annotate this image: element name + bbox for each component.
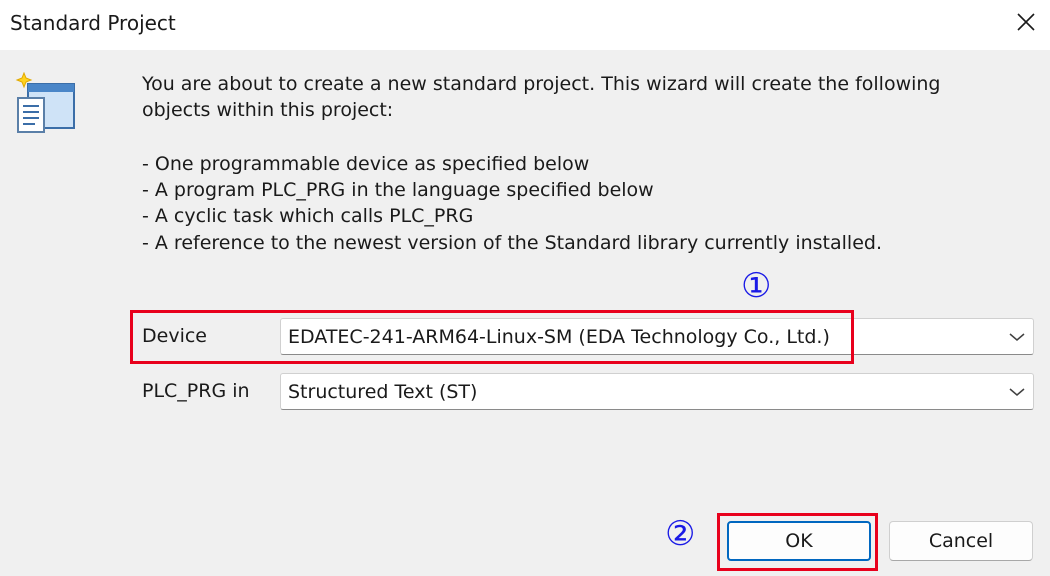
dialog-title: Standard Project (10, 11, 176, 35)
list-item: - A cyclic task which calls PLC_PRG (142, 205, 474, 227)
intro-text-line-1: You are about to create a new standard p… (142, 73, 941, 95)
close-button[interactable] (1004, 2, 1048, 42)
ok-highlight-box (717, 513, 878, 571)
intro-text-line-2: objects within this project: (142, 99, 394, 121)
standard-project-dialog: Standard Project You are about to create… (0, 0, 1050, 576)
step-2-marker: ② (665, 514, 696, 554)
list-item: - A reference to the newest version of t… (142, 232, 882, 254)
close-icon (1017, 13, 1035, 31)
list-item: - One programmable device as specified b… (142, 153, 590, 175)
cancel-button[interactable]: Cancel (889, 521, 1033, 561)
plc-prg-label: PLC_PRG in (142, 380, 250, 402)
list-item: - A program PLC_PRG in the language spec… (142, 179, 654, 201)
step-1-marker: ① (741, 266, 772, 306)
plc-prg-language-select[interactable]: Structured Text (ST) (280, 373, 1034, 410)
device-highlight-box (130, 310, 854, 364)
plc-prg-select-value: Structured Text (ST) (288, 381, 478, 403)
title-bar: Standard Project (0, 0, 1050, 50)
chevron-down-icon (1009, 388, 1025, 396)
wizard-icon (15, 72, 75, 133)
chevron-down-icon (1009, 333, 1025, 341)
